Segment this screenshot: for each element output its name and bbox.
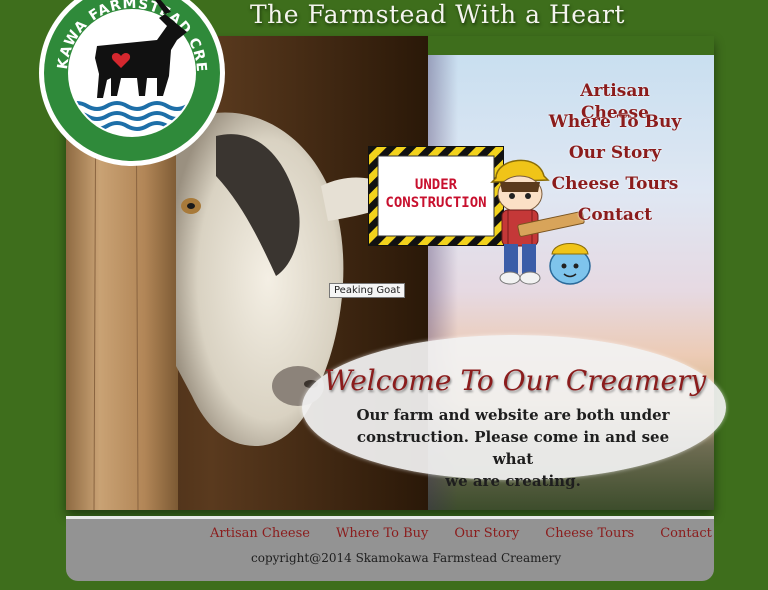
creamery-logo[interactable]: SKAMOKAWA FARMSTEAD CREAMERY SKAMOKAWA, …: [30, 0, 227, 168]
welcome-title: Welcome To Our Creamery: [323, 364, 707, 397]
footer-link-artisan-cheese[interactable]: Artisan Cheese: [210, 526, 310, 541]
footer-link-cheese-tours[interactable]: Cheese Tours: [545, 526, 634, 541]
welcome-line-1: Our farm and website are both under: [356, 406, 670, 424]
sign-line1: UNDER: [414, 177, 458, 193]
site-tagline: The Farmstead With a Heart: [250, 0, 625, 29]
welcome-text: Our farm and website are both under cons…: [348, 404, 678, 492]
photo-tooltip: Peaking Goat: [329, 283, 406, 298]
nav-artisan-cheese[interactable]: Artisan Cheese: [545, 80, 685, 123]
nav-where-to-buy[interactable]: Where To Buy: [545, 111, 685, 142]
nav-our-story[interactable]: Our Story: [545, 142, 685, 173]
main-nav: Artisan Cheese Where To Buy Our Story Ch…: [545, 80, 685, 235]
footer-link-where-to-buy[interactable]: Where To Buy: [336, 526, 428, 541]
footer-link-our-story[interactable]: Our Story: [454, 526, 519, 541]
footer-nav: Artisan Cheese Where To Buy Our Story Ch…: [210, 526, 712, 541]
nav-contact[interactable]: Contact: [545, 204, 685, 235]
welcome-line-3: we are creating.: [445, 472, 581, 490]
sign-line2: CONSTRUCTION: [385, 195, 487, 211]
nav-cheese-tours[interactable]: Cheese Tours: [545, 173, 685, 204]
footer-link-contact[interactable]: Contact: [660, 526, 712, 541]
copyright-text: copyright@2014 Skamokawa Farmstead Cream…: [251, 551, 562, 565]
welcome-line-2: construction. Please come in and see wha…: [356, 428, 670, 468]
